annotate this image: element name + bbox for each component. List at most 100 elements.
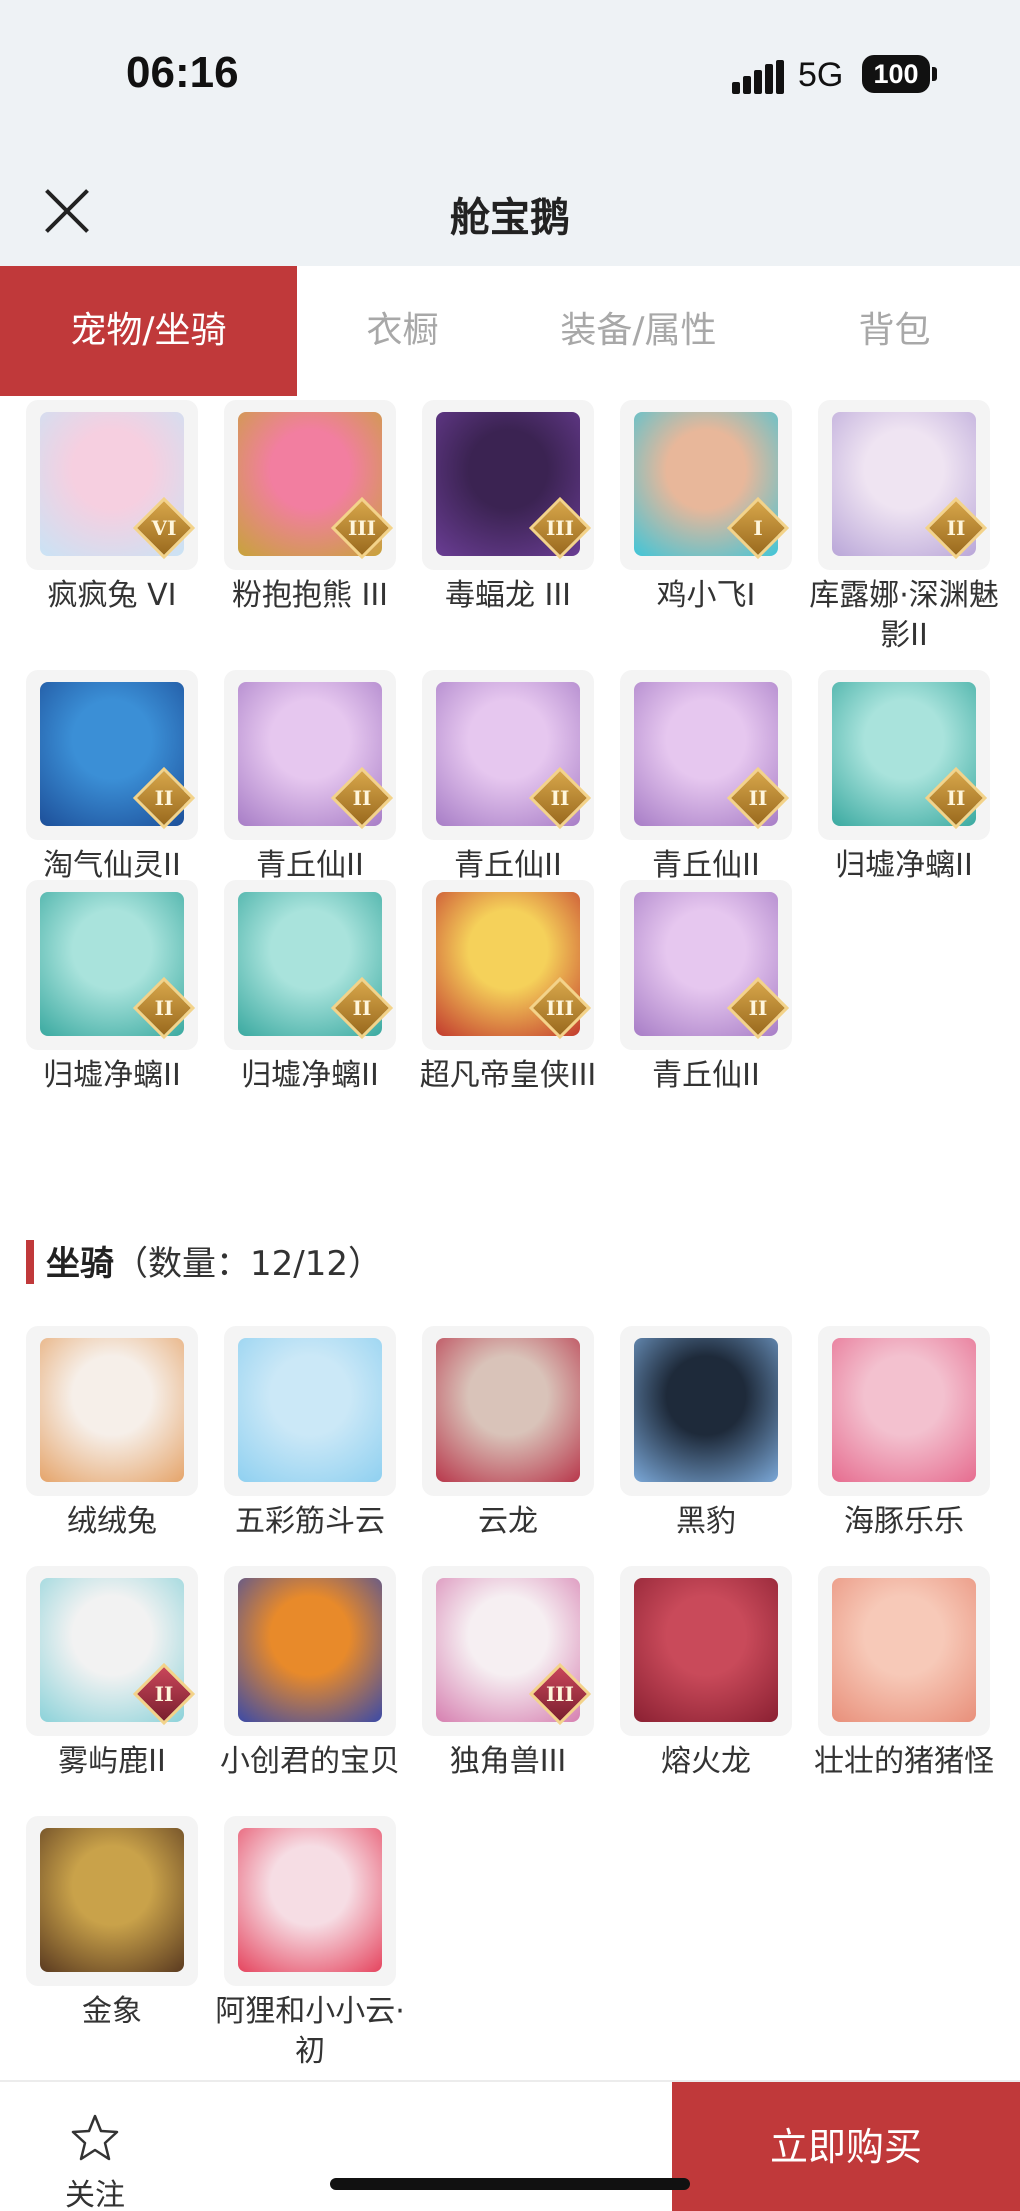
pet-card[interactable]: II 青丘仙II — [224, 670, 396, 886]
pet-card[interactable]: II 青丘仙II — [422, 670, 594, 886]
tab-pets-mounts[interactable]: 宠物/坐骑 — [0, 266, 297, 396]
pet-name: 超凡帝皇侠III — [419, 1058, 597, 1093]
mount-thumbnail[interactable]: III — [422, 1566, 594, 1736]
pet-card[interactable]: I 鸡小飞I — [620, 400, 792, 616]
pet-thumbnail[interactable]: II — [26, 880, 198, 1050]
mount-card[interactable]: 小创君的宝贝 — [220, 1566, 400, 1782]
mount-name: 金象 — [82, 1994, 142, 2029]
tier-badge-label: II — [946, 786, 966, 810]
mount-name: 绒绒兔 — [67, 1504, 157, 1539]
mount-thumbnail[interactable] — [818, 1326, 990, 1496]
tier-badge-label: III — [545, 1682, 575, 1706]
bottom-bar: 关注 立即购买 — [0, 2080, 1020, 2211]
mount-name: 小创君的宝贝 — [220, 1744, 400, 1779]
mount-card[interactable]: 金象 — [26, 1816, 198, 2032]
mount-card[interactable]: 壮壮的猪猪怪 — [814, 1566, 994, 1782]
page-title: 舱宝鹅 — [450, 195, 570, 241]
pet-name: 青丘仙II — [652, 1058, 760, 1093]
tier-badge-label: II — [154, 996, 174, 1020]
pet-thumbnail[interactable]: III — [224, 400, 396, 570]
pet-card[interactable]: II 青丘仙II — [620, 880, 792, 1096]
pet-name: 归墟净螭II — [835, 848, 973, 883]
buy-now-button[interactable]: 立即购买 — [672, 2082, 1020, 2211]
mount-name: 独角兽III — [449, 1744, 567, 1779]
pet-name: 库露娜·深渊魅影II — [809, 578, 999, 653]
pet-card[interactable]: II 青丘仙II — [620, 670, 792, 886]
tab-wardrobe[interactable]: 衣橱 — [297, 266, 508, 396]
mount-thumbnail[interactable] — [818, 1566, 990, 1736]
pet-thumbnail[interactable]: III — [422, 400, 594, 570]
pet-card[interactable]: II 库露娜·深渊魅影II — [809, 400, 999, 656]
pet-card[interactable]: VI 疯疯兔 VI — [26, 400, 198, 616]
mount-card[interactable]: 阿狸和小小云·初 — [215, 1816, 405, 2072]
pet-name: 粉抱抱熊 III — [231, 578, 389, 613]
tier-badge-label: II — [352, 786, 372, 810]
status-time: 06:16 — [126, 48, 239, 97]
home-indicator — [330, 2178, 690, 2190]
pet-card[interactable]: II 淘气仙灵II — [26, 670, 198, 886]
mount-thumbnail[interactable] — [422, 1326, 594, 1496]
pet-thumbnail[interactable]: II — [818, 670, 990, 840]
battery-icon: 100 — [862, 55, 930, 93]
pet-thumbnail[interactable]: II — [818, 400, 990, 570]
pet-name: 归墟净螭II — [43, 1058, 181, 1093]
section-title: 坐骑（数量：12/12） — [46, 1236, 382, 1285]
mount-card[interactable]: 海豚乐乐 — [818, 1326, 990, 1542]
tier-badge-label: III — [545, 996, 575, 1020]
pet-thumbnail[interactable]: II — [620, 670, 792, 840]
pet-card[interactable]: II 归墟净螭II — [818, 670, 990, 886]
pet-thumbnail[interactable]: II — [26, 670, 198, 840]
mount-name: 云龙 — [478, 1504, 538, 1539]
mount-card[interactable]: 熔火龙 — [620, 1566, 792, 1782]
mount-thumbnail[interactable] — [224, 1816, 396, 1986]
mount-name: 黑豹 — [676, 1504, 736, 1539]
mount-thumbnail[interactable] — [224, 1326, 396, 1496]
mount-thumbnail[interactable] — [26, 1326, 198, 1496]
tier-badge-label: III — [545, 516, 575, 540]
tier-badge-label: VI — [151, 516, 177, 540]
tier-badge-label: II — [352, 996, 372, 1020]
tier-badge-label: II — [748, 996, 768, 1020]
tab-backpack[interactable]: 背包 — [769, 266, 1020, 396]
pet-thumbnail[interactable]: I — [620, 400, 792, 570]
pet-thumbnail[interactable]: VI — [26, 400, 198, 570]
mount-image — [832, 1338, 976, 1482]
mount-thumbnail[interactable] — [620, 1326, 792, 1496]
top-bar: 06:16 5G 100 舱宝鹅 — [0, 0, 1020, 266]
pet-thumbnail[interactable]: II — [224, 670, 396, 840]
pet-card[interactable]: III 超凡帝皇侠III — [420, 880, 596, 1096]
pet-name: 鸡小飞I — [656, 578, 756, 613]
pet-name: 归墟净螭II — [241, 1058, 379, 1093]
mount-image — [832, 1578, 976, 1722]
tier-badge-label: II — [550, 786, 570, 810]
mount-card[interactable]: III 独角兽III — [422, 1566, 594, 1782]
pet-thumbnail[interactable]: II — [224, 880, 396, 1050]
mount-thumbnail[interactable] — [26, 1816, 198, 1986]
pet-name: 疯疯兔 VI — [47, 578, 177, 613]
mount-card[interactable]: II 雾屿鹿II — [26, 1566, 198, 1782]
pet-card[interactable]: II 归墟净螭II — [224, 880, 396, 1096]
mount-card[interactable]: 五彩筋斗云 — [224, 1326, 396, 1542]
pet-thumbnail[interactable]: III — [422, 880, 594, 1050]
pet-card[interactable]: II 归墟净螭II — [26, 880, 198, 1096]
mount-image — [40, 1338, 184, 1482]
mount-thumbnail[interactable] — [620, 1566, 792, 1736]
mount-thumbnail[interactable] — [224, 1566, 396, 1736]
mount-card[interactable]: 黑豹 — [620, 1326, 792, 1542]
mount-image — [238, 1578, 382, 1722]
mount-name: 阿狸和小小云·初 — [215, 1994, 405, 2069]
tab-equipment[interactable]: 装备/属性 — [508, 266, 769, 396]
mount-thumbnail[interactable]: II — [26, 1566, 198, 1736]
mount-card[interactable]: 云龙 — [422, 1326, 594, 1542]
pet-thumbnail[interactable]: II — [620, 880, 792, 1050]
pet-thumbnail[interactable]: II — [422, 670, 594, 840]
pet-card[interactable]: III 毒蝠龙 III — [422, 400, 594, 616]
tier-badge-label: I — [753, 516, 763, 540]
mount-card[interactable]: 绒绒兔 — [26, 1326, 198, 1542]
mount-name: 熔火龙 — [661, 1744, 751, 1779]
signal-icon — [732, 60, 786, 94]
pet-card[interactable]: III 粉抱抱熊 III — [224, 400, 396, 616]
mount-name: 海豚乐乐 — [844, 1504, 964, 1539]
tier-badge-label: II — [154, 1682, 174, 1706]
follow-button[interactable]: 关注 — [60, 2112, 130, 2211]
